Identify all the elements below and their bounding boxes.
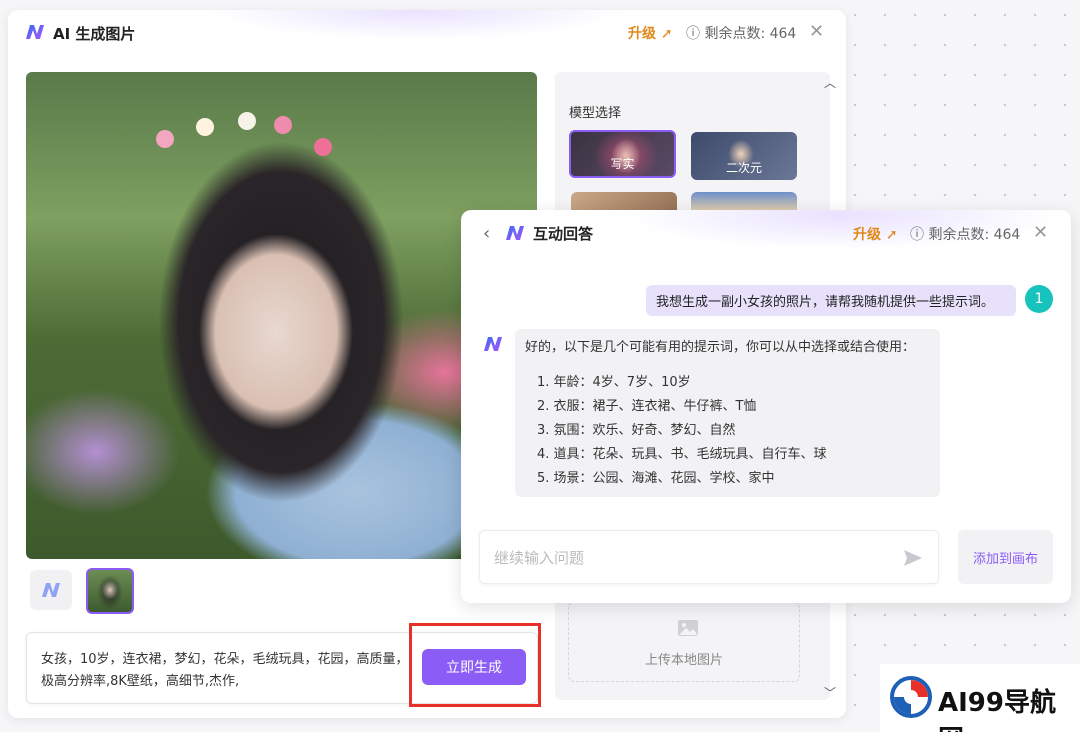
model-label: 二次元 [725,161,762,175]
chat-panel: ‹ 互动回答 升级 ➚ ⓘ 剩余点数: 464 ✕ 我想生成一副小女孩的照片，请… [461,210,1071,603]
info-icon: ⓘ [910,227,929,243]
back-icon[interactable]: ‹ [483,223,490,244]
logo-n-icon [25,24,45,40]
list-item: 5. 场景：公园、海滩、花园、学校、家中 [537,471,775,486]
model-section-label: 模型选择 [569,106,622,121]
watermark: AI99导航网 [880,664,1080,732]
avatar: 1 [1025,285,1053,313]
chat-input-box [479,530,939,584]
upgrade-link[interactable]: 升级 ➚ [628,23,673,43]
scroll-up-icon[interactable]: ︿ [824,74,836,91]
upgrade-label: 升级 [853,227,881,243]
list-item: 3. 氛围：欢乐、好奇、梦幻、自然 [537,423,736,438]
arrow-up-icon: ➚ [881,227,898,243]
user-message: 我想生成一副小女孩的照片，请帮我随机提供一些提示词。 [646,285,1016,316]
bot-list: 1. 年龄：4岁、7岁、10岁 2. 衣服：裙子、连衣裙、牛仔裤、T恤 3. 氛… [525,371,930,491]
thumb-photo-selected[interactable] [86,568,134,614]
model-option-anime[interactable]: 二次元 [691,132,797,180]
info-icon: ⓘ [686,26,705,42]
points-indicator: ⓘ 剩余点数: 464 [910,224,1020,244]
send-icon[interactable] [902,547,924,569]
chat-input[interactable] [494,545,884,571]
chat-title: 互动回答 [533,225,594,243]
thumb-logo[interactable] [30,570,72,610]
list-item: 2. 衣服：裙子、连衣裙、牛仔裤、T恤 [537,399,757,414]
watermark-text: AI99导航网 [938,688,1056,732]
points-label: 剩余点数: 464 [704,26,797,42]
scroll-down-icon[interactable]: ﹀ [824,684,836,701]
list-item: 1. 年龄：4岁、7岁、10岁 [537,375,691,390]
window-header: AI 生成图片 升级 ➚ ⓘ 剩余点数: 464 ✕ [8,10,846,54]
upgrade-link[interactable]: 升级 ➚ [853,224,898,244]
add-to-canvas-button[interactable]: 添加到画布 [958,530,1053,584]
bot-logo-icon [483,336,503,352]
bot-message: 好的，以下是几个可能有用的提示词，你可以从中选择或结合使用： 1. 年龄：4岁、… [515,329,940,497]
model-option-realistic[interactable]: 写实 [569,130,676,178]
points-label: 剩余点数: 464 [928,227,1021,243]
highlight-annotation [409,623,541,707]
list-item: 4. 道具：花朵、玩具、书、毛绒玩具、自行车、球 [537,447,827,462]
bot-intro: 好的，以下是几个可能有用的提示词，你可以从中选择或结合使用： [525,340,916,355]
arrow-up-icon: ➚ [656,26,673,42]
image-icon [678,620,698,636]
upload-area[interactable]: 上传本地图片 [568,602,800,682]
upload-label: 上传本地图片 [644,653,723,668]
logo-n-icon [505,225,525,241]
logo-n-icon [42,583,60,597]
flower-crown [146,112,346,156]
window-title: AI 生成图片 [53,25,136,43]
prompt-text: 女孩，10岁，连衣裙，梦幻，花朵，毛绒玩具，花园，高质量，极高分辨率,8K壁纸，… [41,652,409,689]
upgrade-label: 升级 [628,26,656,42]
close-icon[interactable]: ✕ [1033,224,1048,242]
points-indicator: ⓘ 剩余点数: 464 [686,23,796,43]
close-icon[interactable]: ✕ [809,23,824,41]
watermark-logo-icon [890,676,932,718]
model-label: 写实 [610,157,635,171]
